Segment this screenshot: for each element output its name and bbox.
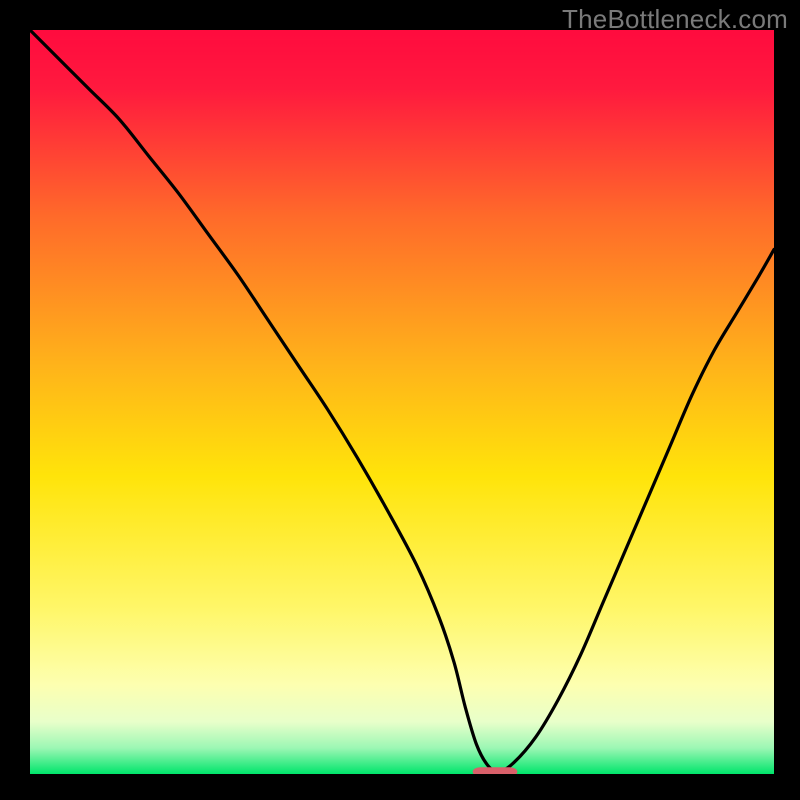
gradient-background: [30, 30, 774, 774]
chart-svg: [30, 30, 774, 774]
chart-frame: TheBottleneck.com: [0, 0, 800, 800]
bottleneck-marker: [473, 767, 518, 774]
plot-area: [30, 30, 774, 774]
watermark-text: TheBottleneck.com: [562, 4, 788, 35]
